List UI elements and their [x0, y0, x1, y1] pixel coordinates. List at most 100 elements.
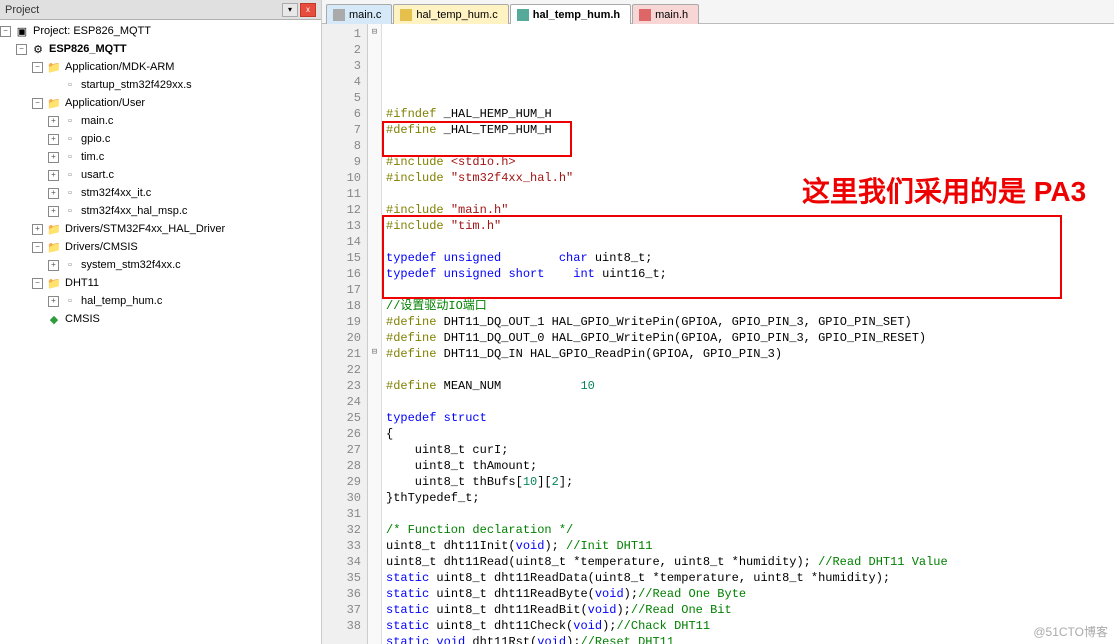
fold-marker — [368, 600, 381, 616]
tree-label: DHT11 — [65, 277, 99, 289]
file-icon: ▫ — [62, 186, 78, 200]
tree-label: Drivers/STM32F4xx_HAL_Driver — [65, 223, 225, 235]
folder-icon: 📁 — [46, 96, 62, 110]
code-line[interactable] — [386, 506, 1110, 522]
collapse-icon[interactable]: − — [32, 62, 43, 73]
tree-node[interactable]: +📁Drivers/STM32F4xx_HAL_Driver — [0, 220, 321, 238]
code-line[interactable]: #include "tim.h" — [386, 218, 1110, 234]
code-line[interactable]: #define MEAN_NUM 10 — [386, 378, 1110, 394]
tree-node[interactable]: +▫hal_temp_hum.c — [0, 292, 321, 310]
tree-node[interactable]: +▫gpio.c — [0, 130, 321, 148]
code-line[interactable]: #define DHT11_DQ_OUT_1 HAL_GPIO_WritePin… — [386, 314, 1110, 330]
code-line[interactable]: #define DHT11_DQ_IN HAL_GPIO_ReadPin(GPI… — [386, 346, 1110, 362]
tab-bar: main.chal_temp_hum.chal_temp_hum.hmain.h — [322, 0, 1114, 24]
code-line[interactable]: static uint8_t dht11ReadBit(void);//Read… — [386, 602, 1110, 618]
expand-icon[interactable]: + — [32, 224, 43, 235]
line-number: 9 — [324, 154, 361, 170]
code-line[interactable]: //设置驱动IO端口 — [386, 298, 1110, 314]
code-line[interactable]: #define DHT11_DQ_OUT_0 HAL_GPIO_WritePin… — [386, 330, 1110, 346]
code-line[interactable]: static uint8_t dht11Check(void);//Chack … — [386, 618, 1110, 634]
fold-marker — [368, 616, 381, 632]
code-line[interactable]: uint8_t thAmount; — [386, 458, 1110, 474]
tree-node[interactable]: ▫startup_stm32f429xx.s — [0, 76, 321, 94]
code-line[interactable]: uint8_t thBufs[10][2]; — [386, 474, 1110, 490]
fold-marker[interactable]: ⊟ — [368, 24, 381, 40]
collapse-icon[interactable]: − — [32, 242, 43, 253]
panel-close-button[interactable]: x — [300, 3, 316, 17]
collapse-icon[interactable]: − — [16, 44, 27, 55]
code-line[interactable]: typedef unsigned short int uint16_t; — [386, 266, 1110, 282]
expand-icon[interactable]: + — [48, 206, 59, 217]
tree-node[interactable]: −📁Drivers/CMSIS — [0, 238, 321, 256]
code-line[interactable]: uint8_t dht11Read(uint8_t *temperature, … — [386, 554, 1110, 570]
tree-node[interactable]: −▣Project: ESP826_MQTT — [0, 22, 321, 40]
code-line[interactable]: typedef struct — [386, 410, 1110, 426]
code-line[interactable]: static uint8_t dht11ReadByte(void);//Rea… — [386, 586, 1110, 602]
tree-node[interactable]: +▫main.c — [0, 112, 321, 130]
tab-hal_temp_hum-h[interactable]: hal_temp_hum.h — [510, 4, 631, 24]
code-editor[interactable]: 这里我们采用的是 PA3 #ifndef _HAL_HEMP_HUM_H#def… — [382, 24, 1114, 644]
code-line[interactable] — [386, 282, 1110, 298]
fold-marker — [368, 456, 381, 472]
cmsis-icon: ◆ — [46, 312, 62, 326]
tree-node[interactable]: +▫usart.c — [0, 166, 321, 184]
panel-pin-button[interactable]: ▾ — [282, 3, 298, 17]
code-line[interactable] — [386, 362, 1110, 378]
watermark: @51CTO博客 — [1033, 623, 1108, 640]
code-line[interactable] — [386, 138, 1110, 154]
line-number: 1 — [324, 26, 361, 42]
tab-hal_temp_hum-c[interactable]: hal_temp_hum.c — [393, 4, 508, 24]
collapse-icon[interactable]: − — [32, 278, 43, 289]
tree-node[interactable]: +▫stm32f4xx_it.c — [0, 184, 321, 202]
line-number: 38 — [324, 618, 361, 634]
file-icon: ▫ — [62, 114, 78, 128]
code-line[interactable]: typedef unsigned char uint8_t; — [386, 250, 1110, 266]
expand-icon[interactable]: + — [48, 260, 59, 271]
line-number: 5 — [324, 90, 361, 106]
code-line[interactable]: uint8_t dht11Init(void); //Init DHT11 — [386, 538, 1110, 554]
code-line[interactable] — [386, 234, 1110, 250]
tree-node[interactable]: ◆CMSIS — [0, 310, 321, 328]
code-line[interactable]: /* Function declaration */ — [386, 522, 1110, 538]
tab-main-c[interactable]: main.c — [326, 4, 392, 24]
code-line[interactable]: }thTypedef_t; — [386, 490, 1110, 506]
tree-node[interactable]: −📁DHT11 — [0, 274, 321, 292]
line-number: 25 — [324, 410, 361, 426]
tree-node[interactable]: +▫stm32f4xx_hal_msp.c — [0, 202, 321, 220]
tree-node[interactable]: +▫tim.c — [0, 148, 321, 166]
line-number: 3 — [324, 58, 361, 74]
code-line[interactable]: static uint8_t dht11ReadData(uint8_t *te… — [386, 570, 1110, 586]
fold-marker — [368, 264, 381, 280]
tree-node[interactable]: −📁Application/MDK-ARM — [0, 58, 321, 76]
expand-icon[interactable]: + — [48, 134, 59, 145]
code-line[interactable]: #ifndef _HAL_HEMP_HUM_H — [386, 106, 1110, 122]
expand-icon[interactable]: + — [48, 116, 59, 127]
panel-title: Project — [5, 4, 39, 16]
code-line[interactable]: { — [386, 426, 1110, 442]
fold-marker — [368, 440, 381, 456]
code-line[interactable]: #include <stdio.h> — [386, 154, 1110, 170]
panel-header: Project ▾ x — [0, 0, 321, 20]
fold-marker — [368, 216, 381, 232]
expand-icon[interactable]: + — [48, 152, 59, 163]
tree-node[interactable]: −⚙ESP826_MQTT — [0, 40, 321, 58]
fold-marker[interactable]: ⊟ — [368, 344, 381, 360]
collapse-icon[interactable]: − — [0, 26, 11, 37]
tree-node[interactable]: −📁Application/User — [0, 94, 321, 112]
collapse-icon[interactable]: − — [32, 98, 43, 109]
line-number: 28 — [324, 458, 361, 474]
code-line[interactable]: uint8_t curI; — [386, 442, 1110, 458]
tab-main-h[interactable]: main.h — [632, 4, 699, 24]
code-line[interactable]: static void dht11Rst(void);//Reset DHT11 — [386, 634, 1110, 644]
tree-node[interactable]: +▫system_stm32f4xx.c — [0, 256, 321, 274]
expand-icon[interactable]: + — [48, 296, 59, 307]
code-line[interactable]: #define _HAL_TEMP_HUM_H — [386, 122, 1110, 138]
folder-icon: 📁 — [46, 276, 62, 290]
file-icon — [400, 9, 412, 21]
expand-icon[interactable]: + — [48, 170, 59, 181]
code-line[interactable] — [386, 394, 1110, 410]
fold-marker — [368, 296, 381, 312]
expand-icon[interactable]: + — [48, 188, 59, 199]
line-number: 35 — [324, 570, 361, 586]
project-tree[interactable]: −▣Project: ESP826_MQTT−⚙ESP826_MQTT−📁App… — [0, 20, 321, 644]
